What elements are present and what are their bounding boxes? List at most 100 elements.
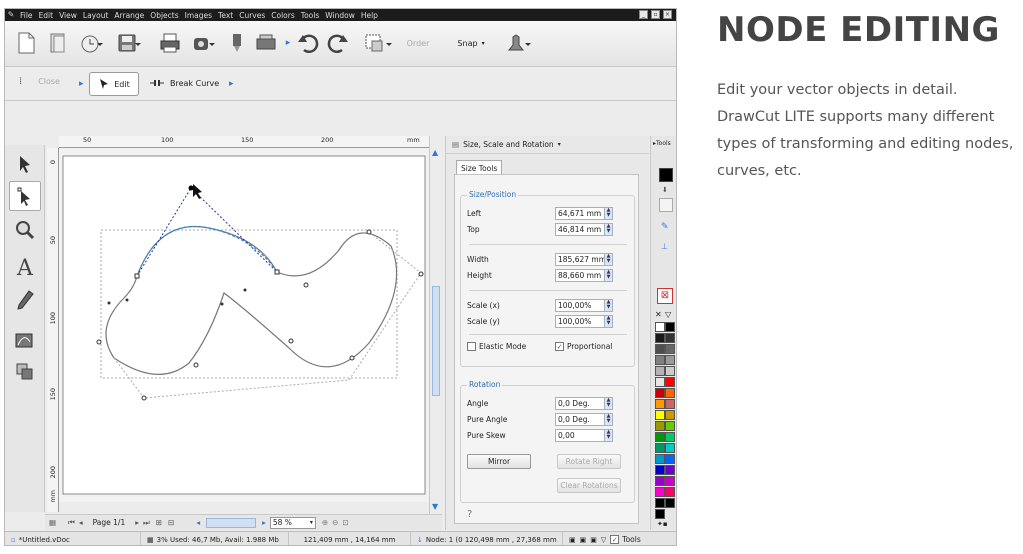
rotate-right-button[interactable]: Rotate Right — [557, 454, 621, 469]
spinner-arrows-icon[interactable]: ▲ ▼ — [604, 269, 612, 281]
color-swatch[interactable] — [655, 344, 665, 354]
spinner-arrows-icon[interactable]: ▲ ▼ — [604, 223, 612, 235]
palette-tools-label[interactable]: ▸Tools — [653, 140, 671, 147]
color-swatch[interactable] — [655, 355, 665, 365]
zoom-select[interactable]: 58 % ▾ — [269, 516, 316, 529]
panel-header[interactable]: ▤ Size, Scale and Rotation ▾ — [446, 136, 649, 154]
select-frame-icon[interactable] — [361, 29, 397, 57]
toolbar-more-icon[interactable]: ▸ — [283, 29, 293, 57]
prev-page-icon[interactable]: ◂ — [79, 518, 83, 527]
export-icon[interactable] — [189, 29, 219, 57]
color-swatch[interactable] — [665, 498, 675, 508]
layers-toggle-icon[interactable]: ▣ — [580, 536, 587, 544]
plotter-icon[interactable] — [253, 29, 279, 57]
zoom-tool-icon[interactable] — [9, 215, 41, 245]
scroll-thumb[interactable] — [432, 286, 440, 396]
close-curve-button[interactable]: ⁞ Close — [19, 76, 60, 87]
toolbar-more-icon-2[interactable]: ▸ — [229, 79, 234, 89]
scalex-input[interactable]: 100,00% ▲ ▼ — [555, 298, 613, 312]
fill-bucket-icon[interactable]: ⊥ — [661, 242, 668, 251]
color-swatch[interactable] — [655, 333, 665, 343]
color-swatch[interactable] — [665, 377, 675, 387]
zoom-out-icon[interactable]: ⊖ — [332, 518, 338, 527]
color-swatch[interactable] — [665, 421, 675, 431]
scroll-down-icon[interactable]: ▼ — [432, 502, 438, 511]
bell-icon[interactable] — [505, 29, 535, 57]
redo-icon[interactable] — [325, 29, 351, 57]
restore-icon[interactable]: ▫ — [651, 10, 660, 19]
help-icon[interactable]: ? — [467, 509, 472, 520]
spinner-arrows-icon[interactable]: ▲ ▼ — [604, 299, 612, 311]
color-swatch[interactable] — [665, 388, 675, 398]
color-swatch[interactable] — [655, 399, 665, 409]
color-swatch[interactable] — [655, 465, 665, 475]
menu-edit[interactable]: Edit — [36, 11, 57, 20]
new-document-icon[interactable] — [13, 29, 39, 57]
guides-toggle-icon[interactable]: ▣ — [590, 536, 597, 544]
color-swatch[interactable] — [655, 410, 665, 420]
checkmark-icon[interactable]: ✓ — [555, 342, 564, 351]
menu-images[interactable]: Images — [182, 11, 215, 20]
palette-options-icon[interactable]: ✦▪ — [657, 520, 668, 528]
color-swatch[interactable] — [655, 388, 665, 398]
menu-arrange[interactable]: Arrange — [111, 11, 147, 20]
spinner-arrows-icon[interactable]: ▲ ▼ — [604, 207, 612, 219]
break-curve-button[interactable]: Break Curve — [149, 76, 219, 90]
color-swatch[interactable] — [665, 432, 675, 442]
spinner-arrows-icon[interactable]: ▲ ▼ — [604, 429, 612, 441]
spinner-arrows-icon[interactable]: ▲ ▼ — [604, 253, 612, 265]
swap-colors-icon[interactable]: ⬇ — [662, 186, 668, 194]
select-tool-icon[interactable] — [9, 149, 41, 179]
next-page-icon[interactable]: ▸ — [135, 518, 139, 527]
delete-page-icon[interactable]: ⊟ — [168, 518, 174, 527]
elastic-checkbox-box[interactable] — [467, 342, 476, 351]
color-swatch[interactable] — [655, 454, 665, 464]
fill-color-swatch[interactable] — [659, 168, 673, 182]
shape-tool-icon[interactable] — [9, 325, 41, 355]
menu-help[interactable]: Help — [358, 11, 381, 20]
color-swatch[interactable] — [665, 344, 675, 354]
color-swatch[interactable] — [665, 476, 675, 486]
minimize-icon[interactable]: _ — [639, 10, 648, 19]
text-tool-icon[interactable]: A — [9, 253, 41, 283]
horizontal-scroll-thumb[interactable] — [206, 517, 257, 528]
checkmark-icon[interactable]: ✓ — [610, 535, 620, 544]
hscroll-right-icon[interactable]: ▸ — [262, 518, 266, 527]
elastic-mode-checkbox[interactable]: Elastic Mode — [467, 342, 526, 351]
height-input[interactable]: 88,660 mm ▲ ▼ — [555, 268, 613, 282]
menu-window[interactable]: Window — [322, 11, 358, 20]
canvas-drawing[interactable] — [59, 148, 429, 502]
no-color-icon[interactable]: ⊠ — [657, 288, 673, 304]
color-swatch[interactable] — [665, 399, 675, 409]
pure-angle-input[interactable]: 0,0 Deg. ▲ ▼ — [555, 412, 613, 426]
menu-curves[interactable]: Curves — [236, 11, 268, 20]
snap-button[interactable]: Snap ▾ — [451, 29, 491, 57]
color-swatch[interactable] — [665, 487, 675, 497]
menu-tools[interactable]: Tools — [298, 11, 322, 20]
spinner-arrows-icon[interactable]: ▲ ▼ — [604, 413, 612, 425]
edit-node-button[interactable]: Edit — [89, 72, 139, 96]
color-swatch[interactable] — [655, 498, 665, 508]
grid-icon[interactable]: ▦ — [49, 518, 56, 527]
top-input[interactable]: 46,814 mm ▲ ▼ — [555, 222, 613, 236]
eyedropper-icon[interactable]: ✎ — [661, 222, 669, 232]
pen-tool-icon[interactable] — [9, 285, 41, 315]
color-swatch[interactable] — [665, 410, 675, 420]
color-swatch[interactable] — [665, 355, 675, 365]
zoom-fit-icon[interactable]: ⊡ — [342, 518, 348, 527]
menu-objects[interactable]: Objects — [147, 11, 181, 20]
menu-file[interactable]: File — [17, 11, 36, 20]
tools-checkbox[interactable]: ✓ Tools — [610, 535, 641, 544]
print-icon[interactable] — [157, 29, 183, 57]
mirror-button[interactable]: Mirror — [467, 454, 531, 469]
spinner-arrows-icon[interactable]: ▲ ▼ — [604, 397, 612, 409]
stroke-color-swatch[interactable] — [659, 198, 673, 212]
menu-colors[interactable]: Colors — [268, 11, 298, 20]
close-icon[interactable]: × — [663, 10, 672, 19]
cutter-icon[interactable] — [227, 29, 247, 57]
left-input[interactable]: 64,671 mm ▲ ▼ — [555, 206, 613, 220]
scaley-input[interactable]: 100,00% ▲ ▼ — [555, 314, 613, 328]
snap-toggle-icon[interactable]: ▣ — [569, 536, 576, 544]
angle-input[interactable]: 0,0 Deg. ▲ ▼ — [555, 396, 613, 410]
recent-documents-icon[interactable] — [77, 29, 109, 57]
